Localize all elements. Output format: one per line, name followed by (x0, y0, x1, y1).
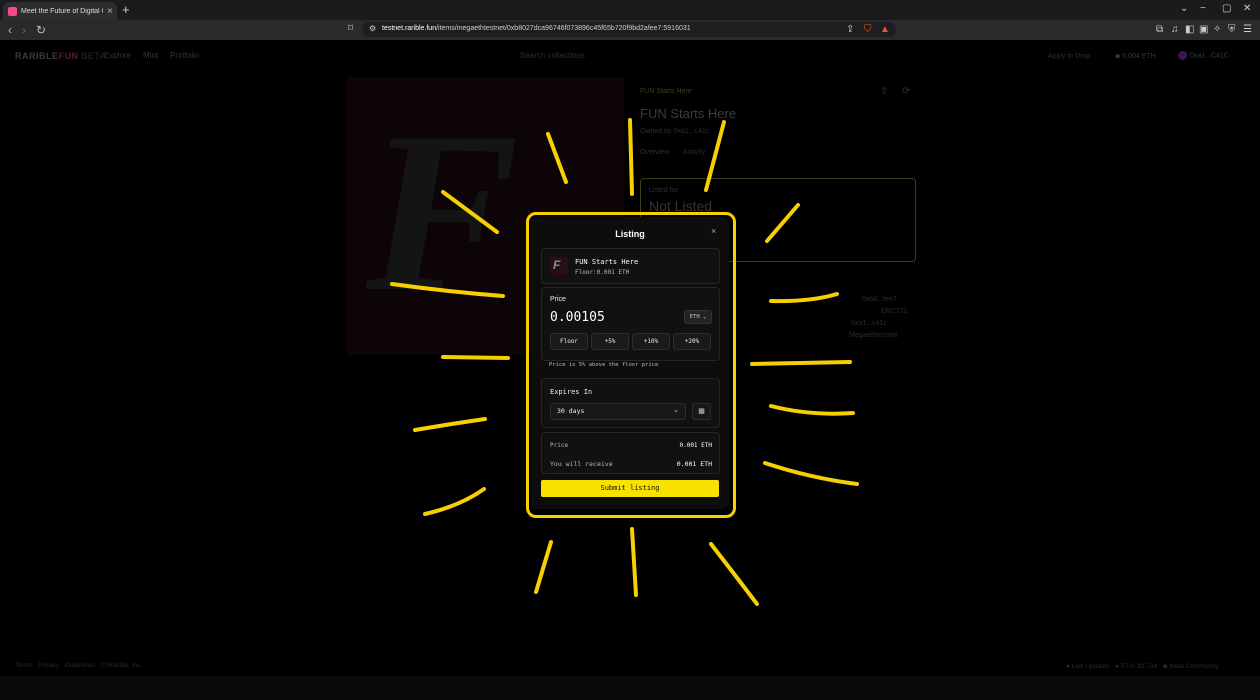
ray (630, 527, 638, 597)
share-icon[interactable]: ⇪ (846, 24, 854, 35)
site-info-icon[interactable]: ⚙ (369, 24, 376, 33)
price-section: Price 0.00105 ETH ⌄ Floor +5% +10% +20% (541, 287, 720, 361)
tab-activity[interactable]: Activity (683, 149, 705, 156)
url-text[interactable]: testnet.rarible.fun/items/megaethtestnet… (382, 25, 691, 32)
ray (628, 118, 634, 196)
listing-modal: Listing × F FUN Starts Here Floor:0.001 … (531, 217, 729, 509)
modal-title: Listing (615, 229, 645, 239)
ray (534, 540, 553, 594)
nav-explore[interactable]: Explore (104, 51, 131, 60)
menu-icon[interactable]: ☰ (1243, 24, 1252, 35)
restore-button[interactable]: ▢ (1222, 3, 1231, 14)
summary-section: Price 0.001 ETH You will receive 0.001 E… (541, 432, 720, 474)
back-icon[interactable]: ‹ (8, 23, 12, 37)
brave-rewards-icon[interactable]: ▲ (880, 24, 890, 35)
owner-address[interactable]: 0xa1...c41c (851, 320, 887, 327)
forward-icon[interactable]: › (22, 23, 26, 37)
eth-price: ETH: $1,734 (1120, 663, 1158, 670)
footer-terms[interactable]: Terms (15, 662, 33, 669)
bottom-bar (0, 676, 1260, 700)
footer-copyright: © Rarible, Inc. (101, 662, 143, 669)
wallet-icon[interactable]: ▣ (1199, 24, 1208, 35)
tab-list-icon[interactable]: ⌄ (1180, 3, 1188, 14)
refresh-icon[interactable]: ⟳ (902, 86, 910, 97)
ray (709, 542, 759, 606)
sidebar-icon[interactable]: ◧ (1185, 24, 1194, 35)
ray (413, 417, 487, 432)
tab-overview[interactable]: Overview (640, 149, 669, 156)
contract-address[interactable]: 0xb8...fee7 (862, 296, 897, 303)
community-link[interactable]: Meta Community (1170, 663, 1219, 670)
owned-by: Owned by 0xa1...c41c (640, 128, 710, 135)
extensions-icon[interactable]: ⧉ (1156, 24, 1163, 35)
plus-20-button[interactable]: +20% (673, 333, 711, 350)
floor-price: Floor:0.001 ETH (575, 269, 630, 276)
price-label: Price (550, 296, 566, 303)
footer-links: Terms Privacy Guidelines © Rarible, Inc. (15, 662, 142, 669)
footer-guidelines[interactable]: Guidelines (65, 662, 96, 669)
chain-name: Megaethtestnet (849, 332, 898, 339)
nft-name: FUN Starts Here (575, 258, 639, 266)
account-button[interactable]: 0xa1...C41C (1178, 51, 1229, 60)
favicon-icon (8, 6, 17, 16)
ray (441, 355, 510, 360)
ray (769, 404, 855, 416)
ray (750, 360, 852, 366)
nav-portfolio[interactable]: Portfolio (170, 51, 199, 60)
currency-select[interactable]: ETH ⌄ (684, 310, 712, 324)
nft-artwork: F (366, 84, 520, 339)
nft-thumbnail: F (550, 257, 568, 275)
nft-summary-card: F FUN Starts Here Floor:0.001 ETH (541, 248, 720, 284)
browser-tab[interactable]: Meet the Future of Digital Colle × (3, 2, 117, 20)
ray (763, 461, 859, 486)
search-input[interactable]: Search collections (520, 51, 585, 60)
price-hint: Price is 5% above the floor price (549, 362, 659, 368)
ray (769, 292, 839, 304)
live-updates: Live Updates (1071, 663, 1110, 670)
expires-label: Expires In (550, 388, 593, 396)
nav-mint[interactable]: Mint (143, 51, 158, 60)
price-input[interactable]: 0.00105 (550, 310, 605, 325)
plus-10-button[interactable]: +10% (632, 333, 670, 350)
window-close-button[interactable]: ✕ (1243, 3, 1251, 14)
footer-status: ● Live Updates ● ETH: $1,734 ◆ Meta Comm… (1066, 663, 1219, 670)
browser-tab-bar: Meet the Future of Digital Colle × + ⌄ −… (0, 0, 1260, 20)
vpn-icon[interactable]: ⛨ (1228, 24, 1236, 35)
summary-price-row: Price 0.001 ETH (550, 442, 712, 449)
token-standard: ERC721 (881, 308, 908, 315)
footer-privacy[interactable]: Privacy (38, 662, 59, 669)
new-tab-button[interactable]: + (122, 2, 130, 17)
expiry-select[interactable]: 30 days ⌄ (550, 403, 686, 420)
ray (423, 487, 486, 516)
tab-close-icon[interactable]: × (107, 6, 113, 17)
brave-shields-icon[interactable]: ⛉ (864, 24, 872, 35)
expiry-section: Expires In 30 days ⌄ ▦ (541, 378, 720, 428)
tab-title: Meet the Future of Digital Colle (21, 7, 103, 15)
share-icon[interactable]: ⇧ (880, 86, 888, 97)
avatar (1178, 51, 1187, 60)
site-logo[interactable]: RARIBLEFUN BETA (15, 51, 106, 61)
submit-listing-button[interactable]: Submit listing (541, 480, 719, 497)
leo-icon[interactable]: ✧ (1213, 24, 1221, 35)
breadcrumb[interactable]: FUN Starts Here (640, 88, 692, 95)
minimize-button[interactable]: − (1200, 3, 1206, 14)
bookmark-icon[interactable]: ⌑ (348, 23, 353, 34)
plus-5-button[interactable]: +5% (591, 333, 629, 350)
close-icon[interactable]: × (711, 226, 716, 236)
page-title: FUN Starts Here (640, 106, 737, 121)
chevron-down-icon: ⌄ (673, 407, 679, 414)
reload-icon[interactable]: ↻ (36, 23, 46, 37)
listed-for-label: Listed for (649, 187, 678, 194)
eth-balance: ◆ 0.004 ETH (1115, 53, 1156, 60)
summary-receive-row: You will receive 0.001 ETH (550, 460, 712, 468)
calendar-icon[interactable]: ▦ (692, 403, 711, 420)
media-icon[interactable]: ♫ (1171, 24, 1179, 35)
floor-price-button[interactable]: Floor (550, 333, 588, 350)
apply-to-drop-link[interactable]: Apply to Drop (1048, 53, 1090, 60)
